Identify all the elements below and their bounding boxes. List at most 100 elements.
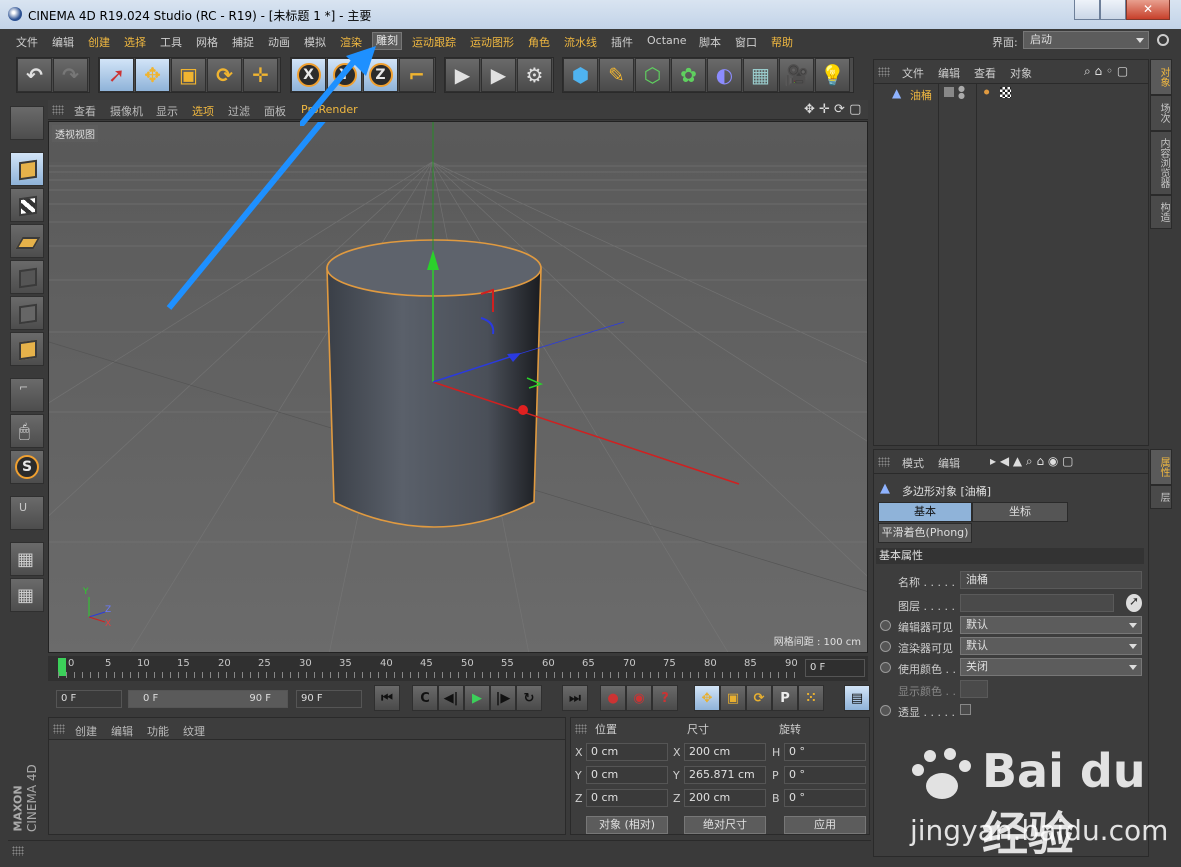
rotation-p-field[interactable]: 0 °: [784, 766, 866, 784]
tab-takes[interactable]: 场次: [1150, 95, 1172, 131]
key-parameter-button[interactable]: P: [772, 685, 798, 711]
menu-select[interactable]: 选择: [124, 34, 146, 50]
object-name[interactable]: 油桶: [910, 87, 932, 103]
am-navigation-icons[interactable]: ▸ ◀ ▲ ⌕ ⌂ ◉ ▢: [990, 454, 1074, 469]
deformer-button[interactable]: ◐: [707, 58, 742, 92]
layer-pick-icon[interactable]: ➚: [1126, 594, 1142, 612]
apply-button[interactable]: 应用: [784, 816, 866, 834]
om-menu-objects[interactable]: 对象: [1010, 65, 1032, 81]
play-button[interactable]: ▶: [464, 685, 490, 711]
size-y-field[interactable]: 265.871 cm: [684, 766, 766, 784]
camera-button[interactable]: 🎥: [779, 58, 814, 92]
floor-button[interactable]: ▦: [743, 58, 778, 92]
coordinate-mode-select[interactable]: 对象 (相对): [586, 816, 668, 834]
use-color-select[interactable]: 关闭: [960, 658, 1142, 676]
end-frame-field[interactable]: 90 F: [296, 690, 362, 708]
viewport-menu-panel[interactable]: 面板: [264, 103, 286, 119]
size-x-field[interactable]: 200 cm: [684, 743, 766, 761]
close-button[interactable]: ✕: [1126, 0, 1170, 20]
model-mode-button[interactable]: [10, 152, 44, 186]
render-visible-radio[interactable]: [880, 641, 891, 652]
frame-range-slider[interactable]: 0 F 90 F: [128, 690, 288, 708]
scale-tool-button[interactable]: ▣: [171, 58, 206, 92]
render-settings-button[interactable]: ⚙: [517, 58, 552, 92]
perspective-viewport[interactable]: Y Z X 透视视图 网格间距 : 100 cm: [48, 121, 868, 653]
menu-motion-tracking[interactable]: 运动跟踪: [412, 34, 456, 50]
current-frame-field[interactable]: 0 F: [805, 659, 865, 677]
keyframe-selection-button[interactable]: ?: [652, 685, 678, 711]
menu-pipeline[interactable]: 流水线: [564, 34, 597, 50]
menu-animate[interactable]: 动画: [268, 34, 290, 50]
cloner-button[interactable]: ✿: [671, 58, 706, 92]
xray-checkbox[interactable]: [960, 704, 971, 715]
points-mode-button[interactable]: [10, 260, 44, 294]
object-row[interactable]: ▲ 油桶 ● ● ⚫: [874, 85, 1148, 103]
om-tool-icons[interactable]: ⌕ ⌂ ◦ ▢: [1084, 64, 1128, 79]
layer-field[interactable]: [960, 594, 1114, 612]
menu-edit[interactable]: 编辑: [52, 34, 74, 50]
subdivision-surface-button[interactable]: ⬡: [635, 58, 670, 92]
spline-pen-button[interactable]: ✎: [599, 58, 634, 92]
redo-button[interactable]: ↷: [53, 58, 88, 92]
position-x-field[interactable]: 0 cm: [586, 743, 668, 761]
key-position-button[interactable]: ✥: [694, 685, 720, 711]
menu-mesh[interactable]: 网格: [196, 34, 218, 50]
phong-tag-icon[interactable]: ⚫: [982, 86, 991, 99]
layout-select[interactable]: 启动: [1023, 31, 1149, 49]
cube-object-button[interactable]: ⬢: [563, 58, 598, 92]
start-frame-field[interactable]: 0 F: [56, 690, 122, 708]
key-rotation-button[interactable]: ⟳: [746, 685, 772, 711]
rotation-h-field[interactable]: 0 °: [784, 743, 866, 761]
autokey-button[interactable]: ◉: [626, 685, 652, 711]
position-y-field[interactable]: 0 cm: [586, 766, 668, 784]
go-to-end-button[interactable]: ⏭: [562, 685, 588, 711]
render-visible-select[interactable]: 默认: [960, 637, 1142, 655]
menu-window[interactable]: 窗口: [735, 34, 757, 50]
snap-button[interactable]: S: [10, 450, 44, 484]
name-field[interactable]: 油桶: [960, 571, 1142, 589]
workplane-lock-button[interactable]: ▦: [10, 542, 44, 576]
undo-button[interactable]: ↶: [17, 58, 52, 92]
material-menu-function[interactable]: 功能: [147, 723, 169, 739]
move-tool-button[interactable]: ✥: [135, 58, 170, 92]
workplane-align-button[interactable]: ▦: [10, 578, 44, 612]
rotation-b-field[interactable]: 0 °: [784, 789, 866, 807]
menu-file[interactable]: 文件: [16, 34, 38, 50]
go-to-start-button[interactable]: ⏮: [374, 685, 400, 711]
next-key-button[interactable]: ↻: [516, 685, 542, 711]
maximize-button[interactable]: [1100, 0, 1126, 20]
menu-tools[interactable]: 工具: [160, 34, 182, 50]
menu-help[interactable]: 帮助: [771, 34, 793, 50]
render-picture-viewer-button[interactable]: ▶: [481, 58, 516, 92]
xray-radio[interactable]: [880, 705, 891, 716]
size-z-field[interactable]: 200 cm: [684, 789, 766, 807]
size-mode-select[interactable]: 绝对尺寸: [684, 816, 766, 834]
magnet-button[interactable]: U: [10, 496, 44, 530]
live-selection-button[interactable]: ➚: [99, 58, 134, 92]
editor-visible-radio[interactable]: [880, 620, 891, 631]
polygons-mode-button[interactable]: [10, 332, 44, 366]
light-button[interactable]: 💡: [815, 58, 850, 92]
next-frame-button[interactable]: |▶: [490, 685, 516, 711]
minimize-button[interactable]: [1074, 0, 1100, 20]
tab-basic[interactable]: 基本: [878, 502, 972, 522]
axis-mode-button[interactable]: ⌐: [10, 378, 44, 412]
viewport-navigation-icons[interactable]: ✥ ✛ ⟳ ▢: [804, 102, 861, 117]
tab-objects[interactable]: 对象: [1150, 59, 1172, 95]
tab-layers[interactable]: 层: [1150, 485, 1172, 509]
menu-mograph[interactable]: 运动图形: [470, 34, 514, 50]
material-menu-edit[interactable]: 编辑: [111, 723, 133, 739]
rotate-tool-button[interactable]: ⟳: [207, 58, 242, 92]
om-menu-edit[interactable]: 编辑: [938, 65, 960, 81]
tab-coordinates[interactable]: 坐标: [972, 502, 1068, 522]
texture-mode-button[interactable]: [10, 188, 44, 222]
timeline-window-button[interactable]: ▤: [844, 685, 870, 711]
menu-script[interactable]: 脚本: [699, 34, 721, 50]
om-menu-view[interactable]: 查看: [974, 65, 996, 81]
viewport-menu-cameras[interactable]: 摄像机: [110, 103, 143, 119]
tab-content-browser[interactable]: 内容浏览器: [1150, 131, 1172, 195]
coordinate-system-button[interactable]: ⌐: [399, 58, 434, 92]
menu-character[interactable]: 角色: [528, 34, 550, 50]
om-menu-file[interactable]: 文件: [902, 65, 924, 81]
workplane-mode-button[interactable]: [10, 224, 44, 258]
